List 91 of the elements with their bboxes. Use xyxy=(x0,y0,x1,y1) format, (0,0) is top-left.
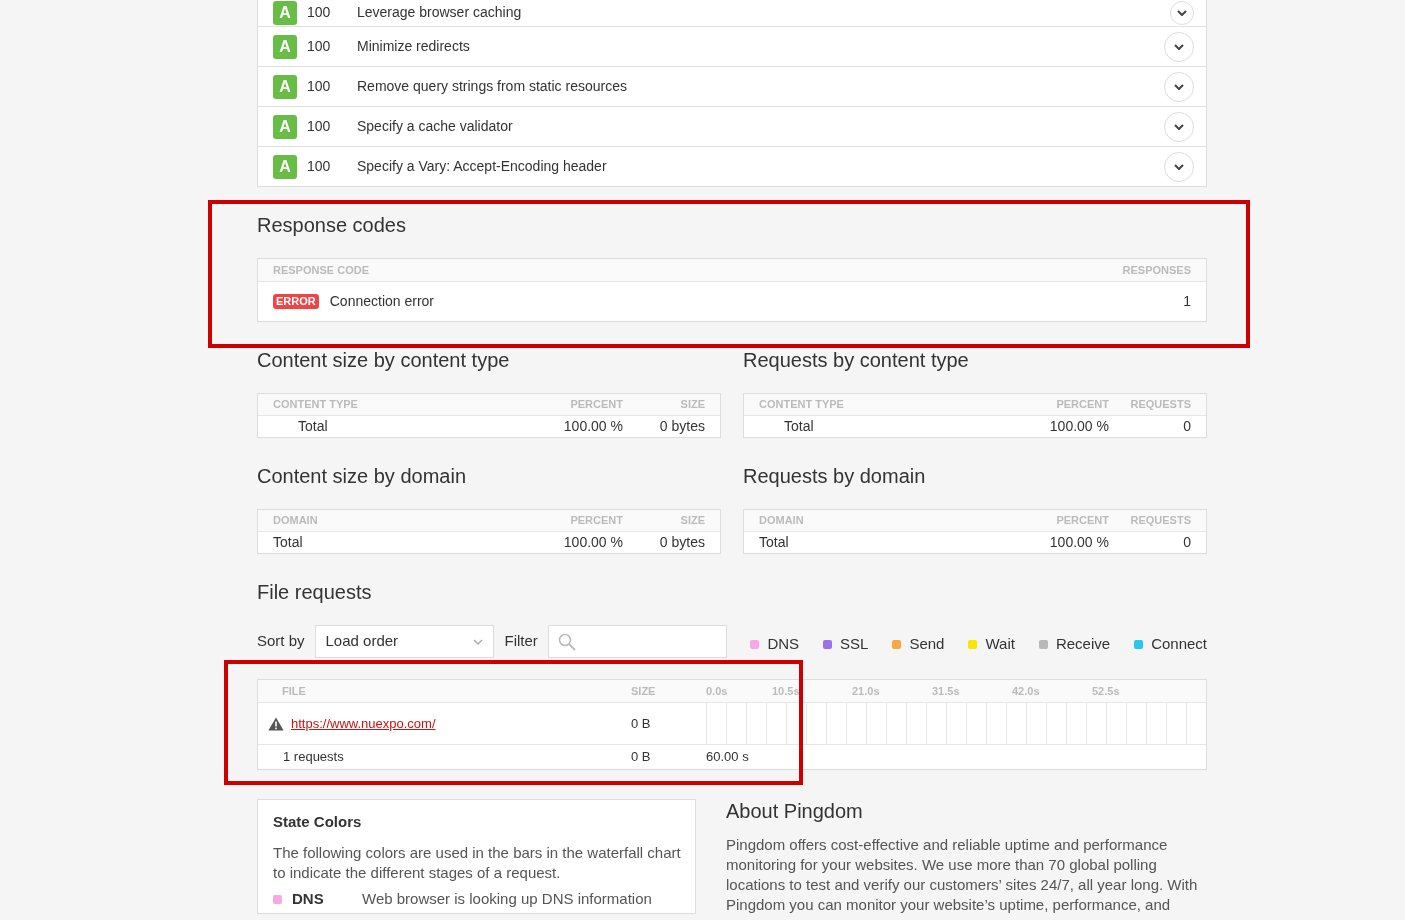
grade-badge: A xyxy=(273,1,297,25)
table-cell-text: Total xyxy=(759,533,790,552)
column-header: PERCENT xyxy=(1055,513,1109,529)
section-heading: Requests by domain xyxy=(743,464,927,488)
score-text: 100 xyxy=(307,37,332,56)
expand-button[interactable] xyxy=(1164,151,1194,182)
chevron-down-icon xyxy=(1174,123,1184,130)
timeline-tick: 21.0s xyxy=(852,683,881,699)
legend-label: Connect xyxy=(1151,634,1207,655)
about-text: Pingdom offers cost-effective and reliable uptime and performance monitoring for your websites. We use more than 70 global polling locations to test and verify our customers’ sites 24/7, all year long. With Pingdom you can monitor your website’s uptime, performance, and xyxy=(726,835,1199,915)
expand-button[interactable] xyxy=(1164,71,1194,102)
column-header: PERCENT xyxy=(569,397,623,413)
table-cell-text: 0 xyxy=(1182,533,1191,552)
score-text: 100 xyxy=(307,157,332,176)
column-header: PERCENT xyxy=(1055,397,1109,413)
table-cell-text: 0 bytes xyxy=(658,417,705,436)
legend-label: SSL xyxy=(840,634,869,655)
rule-title: Leverage browser caching xyxy=(357,3,523,22)
score-text: 100 xyxy=(307,77,332,96)
column-header: DOMAIN xyxy=(759,513,805,529)
timeline-tick: 31.5s xyxy=(932,683,961,699)
rule-title: Specify a cache validator xyxy=(357,117,514,136)
rule-title: Minimize redirects xyxy=(357,37,471,56)
column-header: SIZE xyxy=(631,683,657,699)
table-cell-text: 100.00 % xyxy=(1048,417,1109,436)
card-text: The following colors are used in the bars in the waterfall chart to indicate the different stages of a request. xyxy=(273,843,682,883)
timeline-tick: 10.5s xyxy=(772,683,801,699)
legend-label: Wait xyxy=(985,634,1015,655)
section-heading: Response codes xyxy=(257,213,407,237)
timeline-tick: 52.5s xyxy=(1092,683,1121,699)
column-header: RESPONSES xyxy=(1122,262,1191,278)
section-heading: Requests by content type xyxy=(743,348,970,372)
table-cell-text: Total xyxy=(784,417,815,436)
section-heading: Content size by domain xyxy=(257,464,467,488)
column-header: FILE xyxy=(281,683,307,699)
state-description: Web browser is looking up DNS information xyxy=(362,889,652,909)
filter-field[interactable] xyxy=(547,625,727,658)
table-cell-text: 100.00 % xyxy=(562,533,623,552)
chevron-down-icon xyxy=(1174,43,1184,50)
table-cell-text: 1 xyxy=(1183,292,1191,311)
table-cell-text: 0 B xyxy=(631,714,651,733)
status-badge: ERROR xyxy=(273,294,319,309)
card-title: State Colors xyxy=(273,812,363,832)
table-cell-text: 100.00 % xyxy=(1048,533,1109,552)
table-cell-text: 0 B xyxy=(631,748,652,767)
column-header: PERCENT xyxy=(569,513,623,529)
column-header: DOMAIN xyxy=(273,513,319,529)
state-label: DNS xyxy=(292,889,325,909)
timeline-tick: 0.0s xyxy=(706,683,729,699)
table-cell-text: 0 xyxy=(1182,417,1191,436)
column-header: REQUESTS xyxy=(1129,397,1191,413)
grade-badge: A xyxy=(273,34,297,59)
section-heading: Content size by content type xyxy=(257,348,511,372)
section-heading: About Pingdom xyxy=(726,799,864,823)
score-text: 100 xyxy=(307,117,332,136)
legend-label: DNS xyxy=(767,634,800,655)
expand-button[interactable] xyxy=(1170,1,1194,25)
chevron-down-icon xyxy=(1174,83,1184,90)
column-header: REQUESTS xyxy=(1129,513,1191,529)
chevron-down-icon xyxy=(1174,163,1184,170)
chevron-down-icon xyxy=(472,638,483,645)
search-icon xyxy=(557,632,576,651)
timeline-tick: 42.0s xyxy=(1012,683,1041,699)
expand-button[interactable] xyxy=(1164,111,1194,142)
score-text: 100 xyxy=(307,3,332,22)
table-cell-text: 60.00 s xyxy=(706,748,749,767)
column-header: CONTENT TYPE xyxy=(759,397,845,413)
file-link[interactable]: https://www.nuexpo.com/ xyxy=(291,713,436,734)
section-heading: File requests xyxy=(257,580,373,604)
column-header: SIZE xyxy=(679,513,705,529)
grade-badge: A xyxy=(273,74,297,99)
sort-label: Sort by xyxy=(257,631,305,652)
table-cell-text: Connection error xyxy=(329,292,435,311)
expand-button[interactable] xyxy=(1164,31,1194,62)
chevron-down-icon xyxy=(1177,10,1187,16)
table-cell-text: 1 requests xyxy=(282,748,345,767)
rule-title: Specify a Vary: Accept-Encoding header xyxy=(357,157,608,176)
filter-label: Filter xyxy=(504,631,538,652)
table-cell-text: Total xyxy=(298,417,329,436)
rule-title: Remove query strings from static resources xyxy=(357,77,628,96)
legend-label: Send xyxy=(909,634,945,655)
table-cell-text: 100.00 % xyxy=(562,417,623,436)
column-header: CONTENT TYPE xyxy=(273,397,359,413)
column-header: SIZE xyxy=(679,397,705,413)
legend-label: Receive xyxy=(1055,634,1111,655)
grade-badge: A xyxy=(273,154,297,179)
sort-dropdown[interactable]: Load order xyxy=(314,625,494,658)
grade-badge: A xyxy=(273,114,297,139)
table-cell-text: Total xyxy=(273,533,304,552)
column-header: RESPONSE CODE xyxy=(273,262,370,278)
table-cell-text: 0 bytes xyxy=(658,533,705,552)
